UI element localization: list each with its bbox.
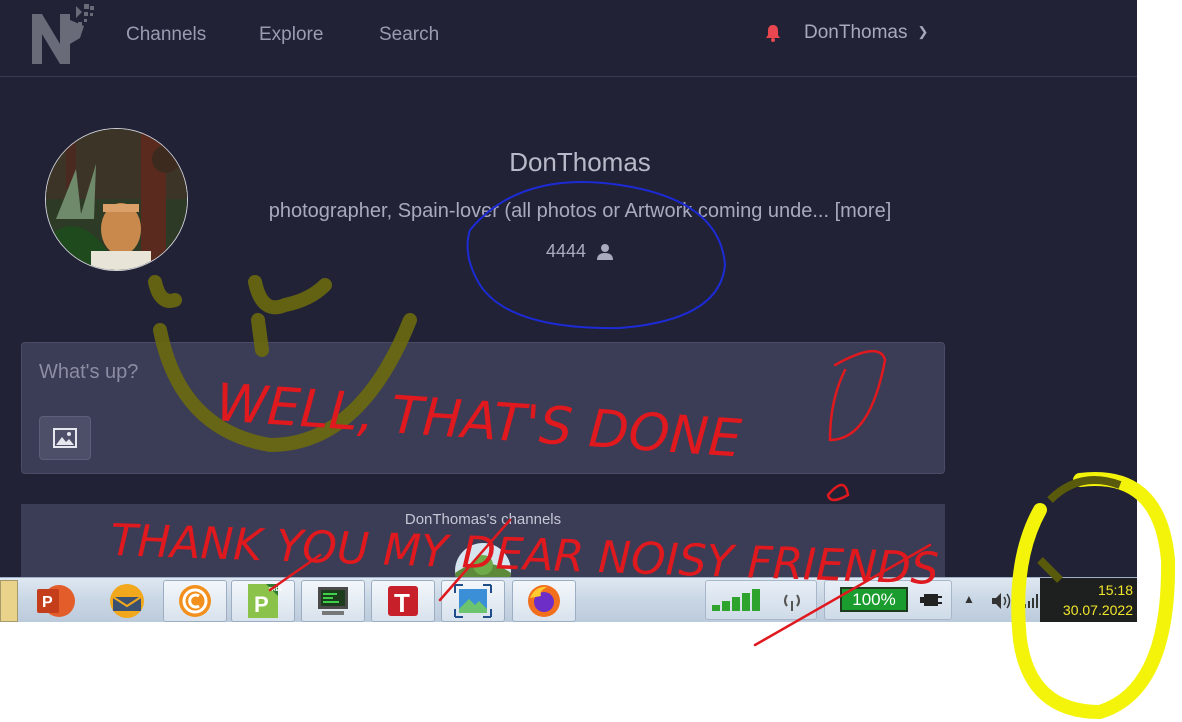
avatar[interactable]	[45, 128, 188, 271]
powerpoint-icon: P	[37, 585, 75, 617]
folder-icon[interactable]	[0, 580, 18, 622]
free-badge: FREE	[269, 587, 283, 593]
bio-text: photographer, Spain-lover (all photos or…	[268, 200, 830, 222]
system-clock[interactable]: 15:18 30.07.2022	[1040, 578, 1137, 622]
add-image-button[interactable]	[39, 416, 91, 460]
screen: Channels Explore Search DonThomas ❯ DonT…	[0, 0, 1182, 722]
svg-text:P: P	[42, 594, 53, 611]
profile-name: DonThomas	[509, 147, 651, 177]
power-plug-icon[interactable]	[920, 591, 942, 609]
wireless-icon[interactable]	[781, 591, 803, 613]
volume-icon[interactable]	[990, 591, 1014, 611]
follower-count[interactable]: 4444	[546, 241, 614, 262]
profile-bio: photographer, Spain-lover (all photos or…	[210, 200, 950, 223]
web-app: Channels Explore Search DonThomas ❯ DonT…	[0, 0, 1137, 578]
pdf-free-icon: P FREE	[248, 584, 283, 618]
whats-up-input[interactable]	[39, 361, 899, 384]
network-tray-group	[705, 580, 817, 620]
screenshot-icon	[454, 584, 492, 618]
email-taskbar-button[interactable]	[95, 580, 159, 622]
user-menu[interactable]: DonThomas ❯	[804, 22, 928, 44]
text-t-icon: T	[388, 586, 418, 618]
show-hidden-icons-icon[interactable]: ▲	[963, 592, 975, 606]
channels-card: DonThomas's channels	[21, 504, 945, 578]
nav-search[interactable]: Search	[379, 24, 439, 46]
clock-time: 15:18	[1097, 582, 1133, 598]
battery-indicator[interactable]: 100%	[840, 587, 908, 612]
chevron-down-icon: ❯	[917, 24, 929, 39]
user-icon	[597, 243, 614, 260]
pdf-free-taskbar-button[interactable]: P FREE	[231, 580, 295, 622]
username-label: DonThomas	[804, 22, 908, 43]
svg-text:T: T	[394, 588, 410, 618]
channel-avatar[interactable]	[455, 543, 511, 578]
firefox-icon	[528, 585, 560, 617]
signal-bars-icon[interactable]	[710, 589, 764, 613]
post-composer	[21, 342, 945, 474]
screenshot-taskbar-button[interactable]	[441, 580, 505, 622]
bell-icon[interactable]	[763, 23, 783, 43]
nav-explore[interactable]: Explore	[259, 24, 323, 46]
nav-channels[interactable]: Channels	[126, 24, 206, 46]
svg-text:P: P	[254, 592, 269, 617]
follower-number: 4444	[546, 241, 587, 261]
coin-taskbar-button[interactable]	[163, 580, 227, 622]
channel-photo	[455, 543, 511, 578]
noisy-logo-icon[interactable]	[30, 0, 100, 70]
text-t-taskbar-button[interactable]: T	[371, 580, 435, 622]
clock-date: 30.07.2022	[1062, 602, 1133, 618]
email-icon	[110, 584, 144, 618]
terminal-icon	[318, 587, 348, 615]
channels-title: DonThomas's channels	[404, 511, 562, 528]
bio-more-link[interactable]: [more]	[835, 200, 892, 222]
windows-taskbar: P P FREE T 100% ▲ 15:18 30.07.2022	[0, 577, 1137, 622]
firefox-taskbar-button[interactable]	[512, 580, 576, 622]
coin-icon	[179, 585, 211, 617]
image-icon	[53, 428, 77, 448]
terminal-taskbar-button[interactable]	[301, 580, 365, 622]
top-navbar: Channels Explore Search DonThomas ❯	[0, 0, 1137, 77]
powerpoint-taskbar-button[interactable]: P	[22, 580, 86, 622]
avatar-photo	[46, 129, 187, 270]
